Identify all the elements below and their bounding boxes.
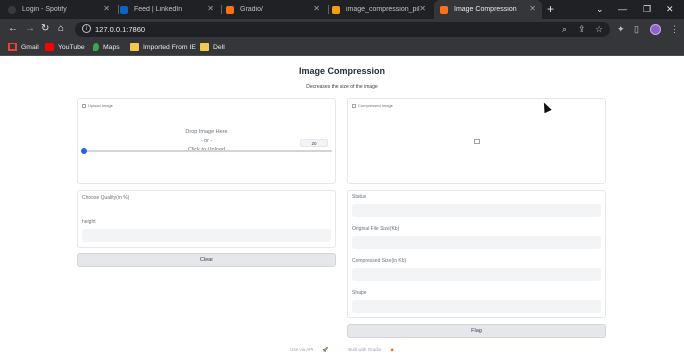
url-text: 127.0.0.1:7860 (95, 25, 146, 34)
home-icon[interactable]: ⌂ (58, 23, 64, 35)
footer: Use via API 🚀 · Built with Gradio ◆ (0, 347, 684, 353)
address-bar[interactable]: i 127.0.0.1:7860 (75, 22, 610, 37)
info-icon[interactable]: i (82, 24, 91, 33)
drop-text: Drop Image Here (185, 129, 228, 135)
compressed-size-label: Compressed Size(in Kb) (352, 258, 407, 264)
close-icon[interactable]: ✕ (529, 5, 536, 13)
height-label: height (82, 219, 96, 225)
gradio-icon (226, 5, 234, 14)
spotify-icon (8, 5, 16, 14)
footer-separator: · (337, 347, 340, 352)
page-description: Decreases the size of the image (306, 84, 378, 90)
upload-image-dropzone[interactable]: Upload Image Drop Image Here - or - Clic… (77, 98, 336, 184)
maps-icon (93, 43, 99, 51)
compressed-image-output: Compressed Image (347, 98, 606, 184)
forward-icon[interactable]: → (25, 23, 35, 35)
bookmark-label: Imported From IE (143, 43, 196, 51)
status-field (352, 204, 601, 217)
compressed-image-label: Compressed Image (352, 103, 393, 108)
bookmark-youtube[interactable]: YouTube (45, 43, 85, 51)
restore-icon[interactable]: ❐ (643, 3, 651, 15)
page-title: Image Compression (298, 66, 386, 76)
youtube-icon (45, 43, 54, 51)
menu-icon[interactable]: ⋮ (670, 24, 679, 34)
profile-avatar[interactable] (650, 24, 661, 35)
upload-image-label: Upload Image (82, 103, 113, 108)
new-tab-button[interactable]: + (547, 3, 554, 15)
flag-button[interactable]: Flag (347, 324, 606, 338)
tab-bar: Login - Spotify ✕ Feed | LinkedIn ✕ Grad… (0, 0, 684, 19)
close-icon[interactable]: ✕ (313, 5, 320, 13)
bookmark-dell[interactable]: Dell (200, 43, 225, 51)
back-icon[interactable]: ← (8, 23, 18, 35)
gmail-icon (8, 43, 17, 51)
original-size-field (352, 236, 601, 249)
linkedin-icon (120, 5, 128, 14)
folder-icon (130, 43, 139, 51)
rocket-icon: 🚀 (322, 347, 329, 352)
tab-spotify[interactable]: Login - Spotify ✕ (8, 0, 116, 19)
quality-number-input[interactable]: 20 (300, 139, 328, 147)
close-icon[interactable]: ✕ (103, 5, 110, 13)
star-icon[interactable]: ☆ (595, 24, 603, 34)
window-close-icon[interactable]: ✕ (666, 3, 674, 15)
tab-gradio[interactable]: Gradio/ ✕ (226, 0, 326, 19)
address-toolbar: ← → ↻ ⌂ i 127.0.0.1:7860 ⌕ ⇪ ☆ ✦ ▯ ⋮ (0, 19, 684, 40)
or-text: - or - (200, 138, 213, 144)
share-icon[interactable]: ⇪ (578, 24, 586, 34)
bookmark-gmail[interactable]: Gmail (8, 43, 39, 51)
close-icon[interactable]: ✕ (419, 5, 426, 13)
shape-field (352, 300, 601, 313)
tab-search-icon[interactable]: ⌄ (596, 3, 604, 15)
extensions-icon[interactable]: ✦ (617, 24, 625, 34)
folder-icon (200, 43, 209, 51)
quality-slider[interactable] (81, 148, 332, 154)
tab-linkedin[interactable]: Feed | LinkedIn ✕ (120, 0, 220, 19)
clear-button[interactable]: Clear (77, 253, 336, 267)
bookmark-label: YouTube (58, 43, 85, 51)
status-label: Status (352, 194, 367, 200)
minimize-icon[interactable]: — (618, 3, 627, 15)
bookmarks-bar: Gmail YouTube Maps Imported From IE Dell (0, 40, 684, 56)
gradio-icon (440, 5, 448, 14)
quality-label: Choose Quality(in %) (82, 195, 130, 201)
image-icon (352, 103, 356, 108)
compressed-size-field (352, 268, 601, 281)
use-via-api-link[interactable]: Use via API (290, 347, 313, 352)
image-placeholder-icon (474, 139, 480, 144)
tab-image-compression-pil[interactable]: image_compression_pil ✕ (332, 0, 432, 19)
bookmark-label: Maps (103, 43, 120, 51)
bookmark-label: Dell (213, 43, 225, 51)
height-field[interactable] (82, 229, 331, 242)
tab-label: Login - Spotify (22, 6, 67, 13)
close-icon[interactable]: ✕ (207, 5, 214, 13)
bookmark-maps[interactable]: Maps (93, 43, 120, 51)
gradio-logo-icon: ◆ (390, 347, 394, 352)
sidebar-icon[interactable]: ▯ (634, 24, 639, 34)
image-icon (82, 103, 86, 108)
built-with-gradio-link[interactable]: Built with Gradio (348, 347, 381, 352)
search-icon[interactable]: ⌕ (562, 24, 567, 34)
quality-slider-thumb[interactable] (81, 148, 87, 154)
reload-icon[interactable]: ↻ (41, 23, 49, 35)
bookmark-imported-from-ie[interactable]: Imported From IE (130, 43, 196, 51)
notebook-icon (332, 5, 340, 14)
shape-label: Shape (352, 290, 367, 296)
original-size-label: Original File Size(Kb) (352, 226, 400, 232)
bookmark-label: Gmail (21, 43, 39, 51)
tab-image-compression[interactable]: Image Compression ✕ (434, 0, 542, 19)
